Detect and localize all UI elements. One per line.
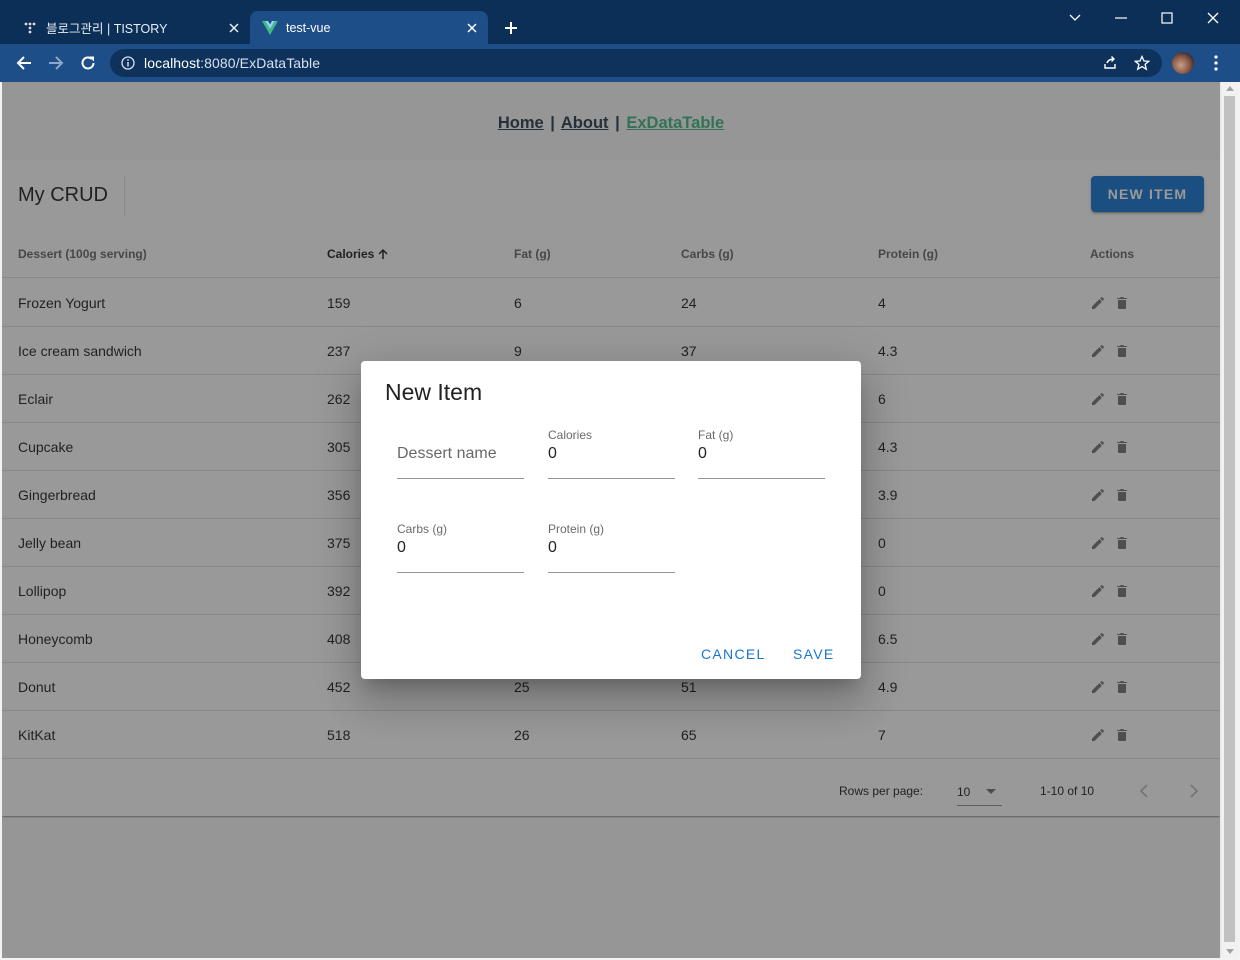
maximize-button[interactable] [1144, 6, 1190, 30]
dialog-title: New Item [385, 379, 483, 405]
share-icon[interactable] [1102, 55, 1118, 71]
scroll-up-icon[interactable] [1226, 86, 1234, 91]
protein-value: 0 [548, 539, 557, 556]
new-tab-button[interactable] [500, 17, 522, 39]
calories-label: Calories [548, 428, 593, 442]
address-bar[interactable]: localhost:8080/ExDataTable [110, 49, 1162, 77]
more-vert-icon[interactable] [1206, 53, 1226, 73]
carbs-label: Carbs (g) [397, 522, 448, 536]
bookmark-star-icon[interactable] [1134, 55, 1150, 71]
protein-label: Protein (g) [548, 522, 605, 536]
vertical-scrollbar[interactable] [1220, 82, 1238, 958]
url-text: localhost:8080/ExDataTable [144, 55, 320, 71]
window-close-button[interactable] [1190, 6, 1236, 30]
calories-value: 0 [548, 445, 557, 462]
tab-search-icon[interactable] [1052, 6, 1098, 30]
fat-label: Fat (g) [698, 428, 734, 442]
carbs-value: 0 [397, 539, 406, 556]
dessert-name-placeholder: Dessert name [397, 445, 497, 462]
fat-value: 0 [698, 445, 707, 462]
carbs-field[interactable]: Carbs (g) 0 [397, 521, 524, 573]
browser-titlebar: 블로그관리 | TISTORY test-vue [0, 0, 1240, 44]
url-path: :8080/ExDataTable [200, 55, 321, 71]
profile-avatar[interactable] [1172, 52, 1194, 74]
page-viewport: Home | About | ExDataTable My CRUD NEW I… [2, 82, 1220, 958]
protein-field[interactable]: Protein (g) 0 [548, 521, 675, 573]
forward-button[interactable] [44, 51, 68, 75]
browser-toolbar: localhost:8080/ExDataTable [0, 44, 1240, 82]
dessert-name-field[interactable]: Dessert name [397, 427, 524, 479]
reload-button[interactable] [76, 51, 100, 75]
close-icon[interactable] [224, 18, 244, 38]
tab-title: 블로그관리 | TISTORY [46, 22, 168, 36]
tab-title: test-vue [286, 20, 331, 35]
scroll-down-icon[interactable] [1226, 949, 1234, 954]
url-host: localhost [144, 55, 201, 71]
browser-tab-test-vue[interactable]: test-vue [250, 11, 488, 44]
vue-icon [262, 20, 278, 36]
info-icon[interactable] [120, 55, 136, 71]
save-button[interactable]: SAVE [793, 644, 835, 664]
back-button[interactable] [12, 51, 36, 75]
fat-field[interactable]: Fat (g) 0 [698, 427, 825, 479]
minimize-button[interactable] [1098, 6, 1144, 30]
browser-tab-tistory[interactable]: 블로그관리 | TISTORY [10, 11, 250, 44]
new-item-dialog: New Item Dessert name Calories 0 Fat (g)… [361, 361, 861, 679]
close-icon[interactable] [462, 18, 482, 38]
calories-field[interactable]: Calories 0 [548, 427, 675, 479]
tistory-icon [22, 20, 38, 36]
scrollbar-thumb[interactable] [1224, 96, 1235, 942]
cancel-button[interactable]: CANCEL [701, 644, 766, 664]
